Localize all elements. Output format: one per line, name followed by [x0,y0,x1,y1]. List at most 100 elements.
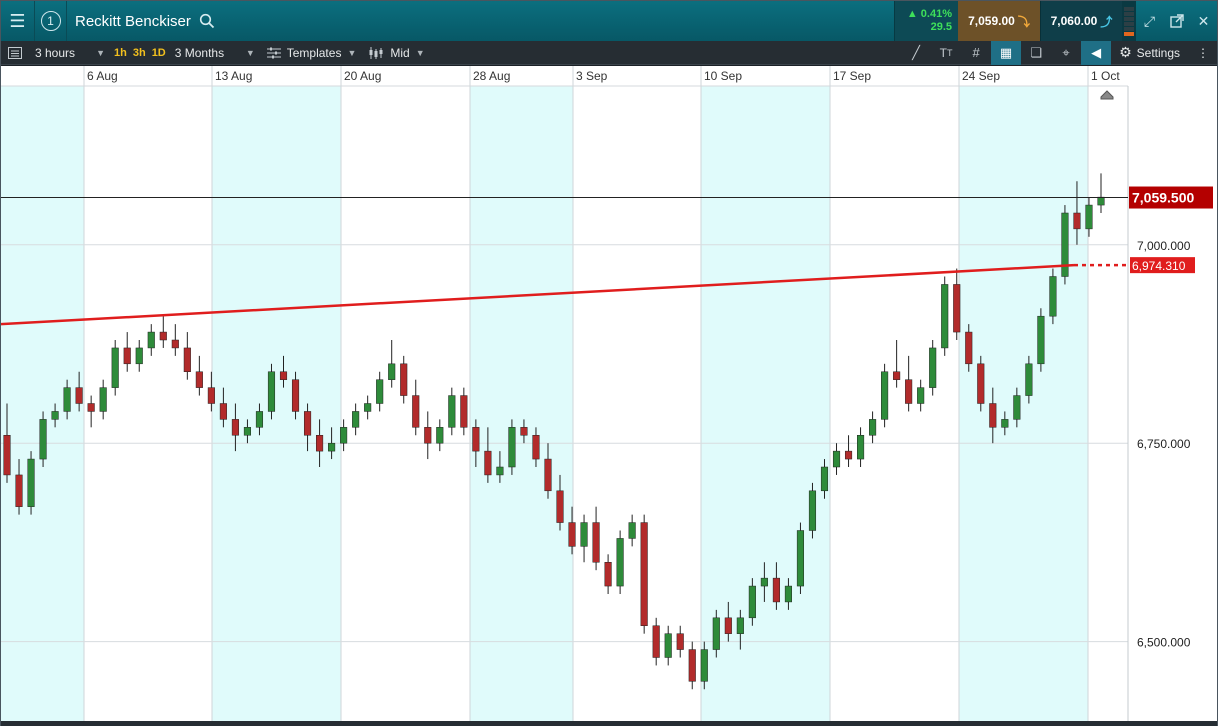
candle-body[interactable] [953,284,961,333]
candle-body[interactable] [496,466,504,476]
instrument-title[interactable]: Reckitt Benckiser [67,13,191,30]
candle-body[interactable] [183,347,191,372]
candle-body[interactable] [147,331,155,349]
candle-body[interactable] [135,347,143,365]
candle-body[interactable] [1097,196,1105,206]
candle-body[interactable] [820,466,829,492]
candle-body[interactable] [893,371,901,380]
timeframe-3h[interactable]: 3h [130,41,149,65]
list-icon[interactable] [1,41,29,65]
candle-body[interactable] [111,347,119,388]
candle-body[interactable] [1037,315,1045,365]
candle-body[interactable] [460,395,468,428]
candle-body[interactable] [340,427,348,444]
candle-body[interactable] [75,387,83,404]
candle-body[interactable] [352,411,360,428]
candle-body[interactable] [1049,276,1057,317]
candle-body[interactable] [63,387,71,412]
candle-body[interactable] [844,450,853,460]
grid-icon[interactable]: # [961,41,991,65]
candle-body[interactable] [303,411,312,436]
candle-body[interactable] [123,347,131,365]
candle-body[interactable] [1001,419,1009,428]
candle-body[interactable] [255,411,264,428]
expand-icon[interactable]: ⤢ [1136,1,1163,41]
candle-body[interactable] [989,403,997,428]
candle-body[interactable] [328,442,336,452]
candle-body[interactable] [388,363,396,380]
price-type-select[interactable]: Mid ▼ [362,41,430,65]
candle-body[interactable] [508,427,516,468]
candle-body[interactable] [857,435,865,460]
crosshair-icon[interactable]: ⌖ [1051,41,1081,65]
candle-body[interactable] [15,474,23,507]
candle-body[interactable] [580,522,588,547]
draw-line-icon[interactable]: ╱ [901,41,931,65]
settings-button[interactable]: ⚙ Settings ⋮ [1111,41,1217,65]
candle-body[interactable] [219,403,227,420]
price-label-icon[interactable]: ◀ [1081,40,1112,65]
candle-body[interactable] [784,585,792,603]
candle-body[interactable] [316,435,324,452]
candle-body[interactable] [267,371,276,412]
menu-icon[interactable]: ☰ [1,1,35,41]
popout-icon[interactable] [1163,1,1190,41]
candle-body[interactable] [808,490,817,531]
candle-body[interactable] [965,331,973,365]
candle-body[interactable] [1085,204,1093,230]
interval-select[interactable]: 3 hours ▼ [29,41,111,65]
candle-body[interactable] [520,427,528,436]
candle-body[interactable] [448,395,456,428]
candle-body[interactable] [869,419,877,436]
candle-body[interactable] [688,649,696,682]
candle-body[interactable] [905,379,913,404]
crosshair-grid-icon[interactable]: ▦ [991,40,1022,65]
candle-body[interactable] [159,331,167,341]
candle-body[interactable] [556,490,564,523]
templates-select[interactable]: Templates ▼ [261,41,363,65]
candle-body[interactable] [195,371,203,388]
search-icon[interactable] [199,13,215,29]
candle-body[interactable] [640,522,648,626]
candle-body[interactable] [832,450,841,468]
candle-body[interactable] [929,347,937,388]
candle-body[interactable] [484,450,492,476]
candle-body[interactable] [231,419,239,436]
candle-body[interactable] [544,458,552,492]
range-select[interactable]: 3 Months ▼ [169,41,261,65]
candle-body[interactable] [51,411,59,420]
candle-body[interactable] [700,649,708,682]
close-icon[interactable]: ✕ [1190,1,1217,41]
candle-body[interactable] [664,633,672,658]
candle-body[interactable] [568,522,576,547]
more-icon[interactable]: ⋮ [1197,46,1209,60]
candle-body[interactable] [941,284,949,349]
candle-body[interactable] [291,379,300,412]
candle-body[interactable] [171,339,179,349]
candle-body[interactable] [472,427,480,452]
candle-body[interactable] [881,371,889,420]
candle-body[interactable] [364,403,372,412]
candle-body[interactable] [604,562,612,587]
candle-body[interactable] [748,585,756,619]
candle-body[interactable] [39,419,47,460]
candlestick-chart[interactable]: 6 Aug 13 Aug 20 Aug 28 Aug 3 Sep 10 Sep 17 Sep… [1,66,1217,721]
candle-body[interactable] [99,387,107,412]
chart-area[interactable]: 6 Aug 13 Aug 20 Aug 28 Aug 3 Sep 10 Sep 17 Sep… [1,66,1217,721]
timeframe-1d[interactable]: 1D [149,41,169,65]
candle-body[interactable] [652,625,660,658]
candle-body[interactable] [279,371,288,380]
candle-body[interactable] [27,458,35,507]
candle-body[interactable] [736,617,744,634]
candle-body[interactable] [400,363,408,396]
candle-body[interactable] [592,522,600,563]
bottom-scrollbar[interactable] [1,721,1217,726]
timeframe-1h[interactable]: 1h [111,41,130,65]
candle-body[interactable] [724,617,732,634]
candle-body[interactable] [3,435,11,476]
candle-body[interactable] [376,379,384,404]
candle-body[interactable] [1025,363,1033,396]
candle-body[interactable] [87,403,95,412]
candle-body[interactable] [628,522,636,539]
candle-body[interactable] [1013,395,1021,420]
